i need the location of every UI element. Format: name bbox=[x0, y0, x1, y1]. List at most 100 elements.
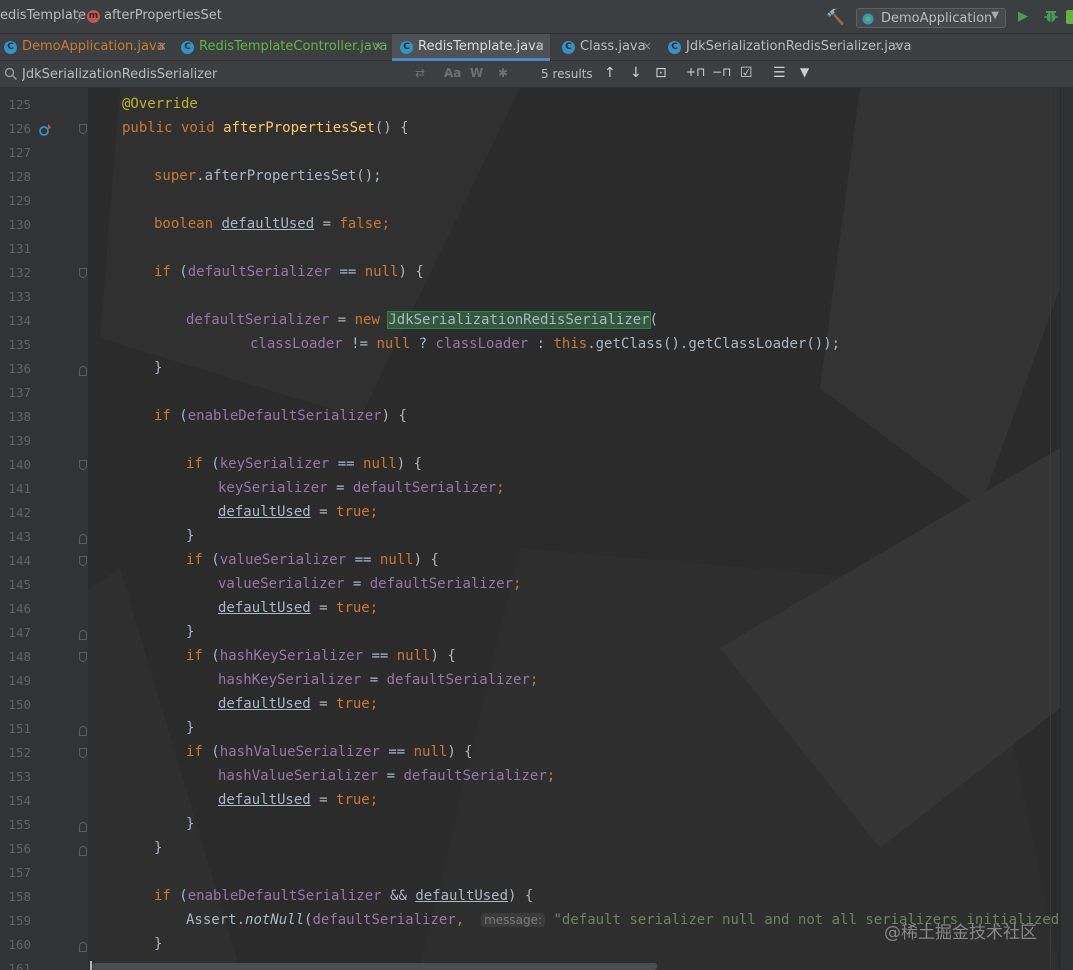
code-line[interactable]: 126 public void afterPropertiesSet() { bbox=[0, 118, 1060, 142]
line-number: 141 bbox=[8, 481, 31, 496]
code-line[interactable]: 152 if (hashValueSerializer == null) { bbox=[0, 742, 1060, 766]
coverage-icon[interactable] bbox=[1066, 10, 1073, 24]
code-token: if bbox=[186, 552, 212, 568]
words-toggle[interactable]: W bbox=[470, 66, 483, 80]
code-line[interactable]: 133 bbox=[0, 286, 1060, 310]
code-line[interactable]: 156} bbox=[0, 838, 1060, 862]
code-line[interactable]: 125 @Override bbox=[0, 94, 1060, 118]
tab-jdkserializationredisserializer[interactable]: C JdkSerializationRedisSerializer.java × bbox=[668, 34, 912, 61]
search-icon[interactable] bbox=[4, 67, 18, 81]
code-line[interactable]: 128 super.afterPropertiesSet(); bbox=[0, 166, 1060, 190]
code-line[interactable]: 149 hashKeySerializer = defaultSerializer… bbox=[0, 670, 1060, 694]
tab-redistemplatecontroller[interactable]: C RedisTemplateController.java × bbox=[181, 34, 388, 61]
fold-start-marker[interactable] bbox=[79, 556, 87, 566]
fold-end-marker[interactable] bbox=[79, 534, 87, 544]
open-in-window-button[interactable]: ⊡ bbox=[655, 65, 667, 81]
multiline-toggle[interactable]: ☰ bbox=[773, 65, 786, 81]
code-line[interactable]: 145 valueSerializer = defaultSerializer; bbox=[0, 574, 1060, 598]
code-line[interactable]: 147} bbox=[0, 622, 1060, 646]
code-line[interactable]: 137 bbox=[0, 382, 1060, 406]
regex-star-toggle[interactable]: ✱ bbox=[498, 66, 508, 80]
fold-end-marker[interactable] bbox=[79, 366, 87, 376]
debug-bug-icon[interactable] bbox=[1043, 8, 1059, 24]
code-line[interactable]: 158 if (enableDefaultSerializer && defaul… bbox=[0, 886, 1060, 910]
line-number: 138 bbox=[8, 409, 31, 424]
close-icon[interactable]: × bbox=[893, 39, 903, 53]
code-text: hashValueSerializer = defaultSerializer; bbox=[218, 768, 555, 784]
code-line[interactable]: 130 boolean defaultUsed = false; bbox=[0, 214, 1060, 238]
run-icon[interactable]: ▶ bbox=[1018, 9, 1028, 24]
code-line[interactable]: 134 defaultSerializer = new JdkSerializat… bbox=[0, 310, 1060, 334]
code-editor[interactable]: 125 @Override 126 public void afterProperti… bbox=[0, 88, 1073, 970]
match-case-toggle[interactable]: Aa bbox=[444, 66, 461, 80]
regex-toggle[interactable]: ⇄ bbox=[415, 66, 425, 80]
fold-start-marker[interactable] bbox=[79, 268, 87, 278]
code-line[interactable]: 157 bbox=[0, 862, 1060, 886]
code-token: defaultUsed bbox=[218, 600, 311, 616]
fold-end-marker[interactable] bbox=[79, 846, 87, 856]
code-line[interactable]: 131 bbox=[0, 238, 1060, 262]
fold-end-marker[interactable] bbox=[79, 822, 87, 832]
code-line[interactable]: 129 bbox=[0, 190, 1060, 214]
tab-label: RedisTemplateController.java bbox=[199, 39, 388, 54]
fold-end-marker[interactable] bbox=[79, 942, 87, 952]
code-token: ( bbox=[649, 312, 659, 328]
code-line[interactable]: 154 defaultUsed = true; bbox=[0, 790, 1060, 814]
tab-class[interactable]: C Class.java × bbox=[562, 34, 657, 61]
close-icon[interactable]: × bbox=[157, 39, 167, 53]
select-all-occurrences-button[interactable]: ☑ bbox=[740, 65, 753, 81]
filter-icon[interactable]: ▼ bbox=[800, 65, 809, 79]
search-input[interactable] bbox=[22, 65, 392, 83]
build-hammer-icon[interactable]: 🔨 bbox=[826, 8, 845, 26]
add-occurrence-button[interactable]: +⊓ bbox=[686, 65, 705, 79]
code-token: if bbox=[154, 408, 180, 424]
code-line[interactable]: 136} bbox=[0, 358, 1060, 382]
class-icon: C bbox=[4, 41, 17, 54]
parameter-hint: message: bbox=[481, 913, 546, 927]
fold-start-marker[interactable] bbox=[79, 748, 87, 758]
run-configuration-dropdown[interactable]: DemoApplication ▼ bbox=[856, 8, 1006, 28]
code-line[interactable]: 144 if (valueSerializer == null) { bbox=[0, 550, 1060, 574]
code-line[interactable]: 155} bbox=[0, 814, 1060, 838]
code-line[interactable]: 153 hashValueSerializer = defaultSerializ… bbox=[0, 766, 1060, 790]
close-icon[interactable]: × bbox=[535, 39, 545, 53]
fold-start-marker[interactable] bbox=[79, 460, 87, 470]
code-line[interactable]: 138 if (enableDefaultSerializer) { bbox=[0, 406, 1060, 430]
previous-occurrence-button[interactable]: ↑ bbox=[604, 65, 616, 81]
remove-occurrence-button[interactable]: −⊓ bbox=[712, 65, 731, 79]
close-icon[interactable]: × bbox=[642, 39, 652, 53]
code-line[interactable]: 141 keySerializer = defaultSerializer; bbox=[0, 478, 1060, 502]
code-token: ( bbox=[179, 264, 188, 280]
code-line[interactable]: 135 classLoader != null ? classLoader : t… bbox=[0, 334, 1060, 358]
code-token: = bbox=[361, 672, 387, 688]
close-icon[interactable]: × bbox=[373, 39, 383, 53]
fold-end-marker[interactable] bbox=[79, 726, 87, 736]
code-text: valueSerializer = defaultSerializer; bbox=[218, 576, 521, 592]
horizontal-scrollbar[interactable] bbox=[92, 963, 657, 970]
code-line[interactable]: 142 defaultUsed = true; bbox=[0, 502, 1060, 526]
code-text: defaultUsed = true; bbox=[218, 696, 378, 712]
fold-start-marker[interactable] bbox=[79, 124, 87, 134]
code-line[interactable]: 127 bbox=[0, 142, 1060, 166]
fold-start-marker[interactable] bbox=[79, 652, 87, 662]
vertical-scrollbar[interactable] bbox=[1061, 88, 1073, 970]
code-line[interactable]: 150 defaultUsed = true; bbox=[0, 694, 1060, 718]
overrides-method-icon[interactable] bbox=[38, 123, 52, 137]
next-occurrence-button[interactable]: ↓ bbox=[630, 65, 642, 81]
tab-demoapplication[interactable]: C DemoApplication.java × bbox=[4, 34, 176, 61]
run-config-label: DemoApplication bbox=[881, 11, 993, 26]
code-text: if (hashKeySerializer == null) { bbox=[186, 648, 456, 664]
tab-redistemplate[interactable]: C RedisTemplate.java × bbox=[392, 34, 550, 61]
fold-end-marker[interactable] bbox=[79, 630, 87, 640]
code-token: true bbox=[336, 696, 370, 712]
breadcrumb-method[interactable]: afterPropertiesSet bbox=[104, 8, 222, 23]
code-line[interactable]: 140 if (keySerializer == null) { bbox=[0, 454, 1060, 478]
code-line[interactable]: 151} bbox=[0, 718, 1060, 742]
code-line[interactable]: 132 if (defaultSerializer == null) { bbox=[0, 262, 1060, 286]
code-line[interactable]: 143} bbox=[0, 526, 1060, 550]
code-line[interactable]: 139 bbox=[0, 430, 1060, 454]
code-line[interactable]: 146 defaultUsed = true; bbox=[0, 598, 1060, 622]
class-icon: C bbox=[562, 41, 575, 54]
breadcrumb-class[interactable]: edisTemplate bbox=[0, 8, 86, 23]
code-line[interactable]: 148 if (hashKeySerializer == null) { bbox=[0, 646, 1060, 670]
